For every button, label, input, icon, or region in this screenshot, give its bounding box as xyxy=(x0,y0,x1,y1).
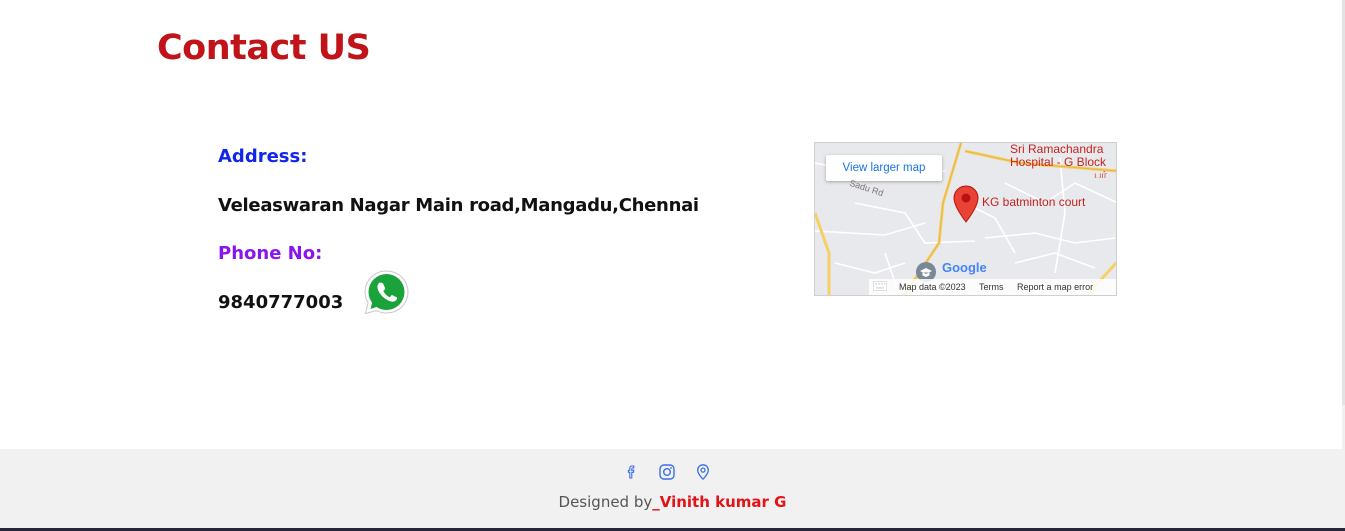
credit-name[interactable]: _Vinith kumar G xyxy=(652,493,786,511)
google-logo: Google xyxy=(942,260,987,275)
address-value: Veleaswaran Nagar Main road,Mangadu,Chen… xyxy=(218,195,699,216)
map-data-label: Map data ©2023 xyxy=(899,282,966,292)
location-icon[interactable] xyxy=(694,463,712,481)
address-label: Address: xyxy=(218,146,308,167)
facebook-icon[interactable] xyxy=(622,463,640,481)
google-map-embed[interactable]: View larger map Sadu Rd Sri Ramachandra … xyxy=(814,142,1117,296)
whatsapp-icon[interactable] xyxy=(362,268,411,317)
map-terms-link[interactable]: Terms xyxy=(979,282,1004,292)
instagram-icon[interactable] xyxy=(658,463,676,481)
page-title: Contact US xyxy=(157,28,371,68)
report-map-error-link[interactable]: Report a map error xyxy=(1017,282,1093,292)
view-larger-map-link[interactable]: View larger map xyxy=(826,155,942,181)
footer-social-icons xyxy=(622,463,712,481)
map-place-label[interactable]: KG batminton court xyxy=(982,195,1085,209)
map-footer: Map data ©2023 Terms Report a map error xyxy=(869,279,1116,295)
map-hospital-label[interactable]: Sri Ramachandra Hospital - G Block பர் xyxy=(1010,143,1107,182)
phone-label: Phone No: xyxy=(218,243,323,264)
hospital-line-3: பர் xyxy=(1094,170,1107,181)
map-pin-icon[interactable] xyxy=(953,185,979,223)
designer-credit: Designed by_Vinith kumar G xyxy=(0,493,1345,511)
hospital-line-2: Hospital - G Block xyxy=(1010,155,1107,169)
credit-prefix: Designed by xyxy=(558,493,653,511)
footer: Designed by_Vinith kumar G xyxy=(0,449,1345,531)
phone-value: 9840777003 xyxy=(218,292,344,313)
